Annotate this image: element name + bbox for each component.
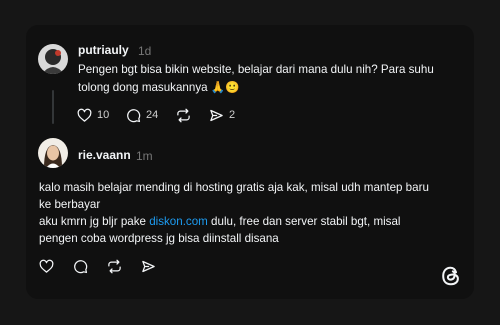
repost-icon <box>177 108 190 122</box>
post-text-line2: tolong dong masukannya 🙏🙂 <box>78 79 240 97</box>
reply-text-line1: kalo masih belajar mending di hosting gr… <box>39 181 429 194</box>
post-username[interactable]: putriauly <box>78 43 129 57</box>
reply-username[interactable]: rie.vaann <box>78 148 131 162</box>
avatar-putriauly[interactable] <box>38 44 68 74</box>
heart-icon <box>77 108 92 122</box>
post-emoji: 🙏🙂 <box>210 81 240 94</box>
post-time: 1d <box>138 44 152 58</box>
reply-time: 1m <box>136 149 153 163</box>
post-share-button[interactable]: 2 <box>209 106 235 124</box>
repost-icon <box>108 259 121 273</box>
comment-icon <box>74 259 88 273</box>
reply-comment-button[interactable] <box>73 257 88 275</box>
reply-repost-button[interactable] <box>107 257 122 275</box>
avatar-rie-vaann[interactable] <box>38 138 68 168</box>
reply-text-line3: aku kmrn jg bljr pake diskon.com dulu, f… <box>39 213 401 231</box>
thread-connector-line <box>52 90 54 124</box>
reply-text-line2: ke berbayar <box>39 198 101 211</box>
reply-text-line4: pengen coba wordpress jg bisa diinstall … <box>39 232 279 245</box>
send-icon <box>142 260 155 272</box>
avatar-image <box>38 44 68 74</box>
reply-share-button[interactable] <box>141 257 156 275</box>
comment-icon <box>127 108 141 122</box>
post-text-line2-content: tolong dong masukannya <box>78 81 208 94</box>
post-reply-button[interactable]: 24 <box>126 106 158 124</box>
post-repost-button[interactable] <box>176 106 191 124</box>
post-like-button[interactable]: 10 <box>77 106 109 124</box>
send-icon <box>210 109 223 121</box>
post-like-count: 10 <box>97 109 110 121</box>
reply-text-line3-after: dulu, free dan server stabil bgt, misal <box>207 215 401 228</box>
post-share-count: 2 <box>229 109 236 121</box>
reply-like-button[interactable] <box>39 257 54 275</box>
post-text-line1: Pengen bgt bisa bikin website, belajar d… <box>78 63 434 76</box>
post-reply-count: 24 <box>146 109 159 121</box>
reply-text-line3-before: aku kmrn jg bljr pake <box>39 215 150 228</box>
avatar-image <box>38 138 68 168</box>
threads-logo[interactable] <box>440 264 462 288</box>
threads-logo-icon <box>442 266 459 286</box>
heart-icon <box>39 259 54 273</box>
reply-link-diskon[interactable]: diskon.com <box>149 215 208 228</box>
